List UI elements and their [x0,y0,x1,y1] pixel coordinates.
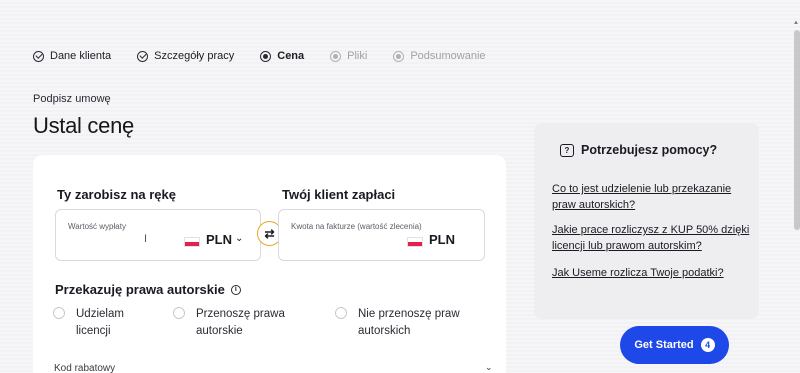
client-heading: Twój klient zapłaci [282,187,396,202]
scrollbar-thumb[interactable] [794,30,800,230]
get-started-button[interactable]: Get Started 4 [620,326,729,364]
step-summary: Podsumowanie [393,50,486,62]
rights-option-label: Nie przenoszę praw autorskich [358,308,460,337]
get-started-label: Get Started [634,339,694,351]
invoice-currency: PLN [429,232,455,247]
radio-dot-icon [330,50,342,62]
swap-arrows-icon: ⇄ [264,226,275,241]
help-link-taxes[interactable]: Jak Useme rozlicza Twoje podatki? [552,265,752,281]
page-title: Ustal cenę [33,113,134,138]
step-label: Cena [277,50,305,62]
help-link-kup[interactable]: Jakie prace rozliczysz z KUP 50% dzięki … [552,222,752,254]
payout-field-label: Wartość wypłaty [68,222,126,231]
payout-amount-field[interactable]: Wartość wypłaty I PLN ⌄ [55,209,261,261]
radio-dot-icon [393,50,405,62]
invoice-field-label: Kwota na fakturze (wartość zlecenia) [291,222,422,231]
help-bubble-icon: ? [560,143,574,157]
radio-circle-icon[interactable] [173,307,185,319]
invoice-amount-field[interactable]: Kwota na fakturze (wartość zlecenia) PLN [278,209,485,261]
help-link-copyright[interactable]: Co to jest udzielenie lub przekazanie pr… [552,181,752,213]
help-heading: ? Potrzebujesz pomocy? [560,143,717,157]
radio-circle-icon[interactable] [53,307,65,319]
step-label: Pliki [347,50,368,62]
step-label: Szczegóły pracy [154,50,235,62]
poland-flag-icon [407,237,423,247]
info-icon[interactable]: i [230,284,241,295]
step-client-data[interactable]: Dane klienta [33,50,111,62]
rights-option-label: Przenoszę prawa autorskie [196,308,285,337]
discount-code-toggle[interactable]: Kod rabatowy [54,363,115,373]
progress-stepper: Dane klienta Szczegóły pracy Cena Pliki … [33,50,512,62]
rights-option-transfer[interactable]: Przenoszę prawa autorskie [173,306,285,340]
rights-option-license[interactable]: Udzielam licencji [53,306,124,340]
text-cursor-icon: I [144,233,148,245]
rights-option-no-transfer[interactable]: Nie przenoszę praw autorskich [335,306,460,340]
rights-heading: Przekazuję prawa autorskie i [55,282,241,297]
rights-option-label: Udzielam licencji [76,308,124,337]
step-count-badge: 4 [700,338,715,352]
step-work-details[interactable]: Szczegóły pracy [137,50,234,62]
scroll-up-icon[interactable]: ▲ [793,20,799,26]
radio-circle-icon[interactable] [335,307,347,319]
check-circle-icon [137,50,149,62]
step-files: Pliki [330,50,367,62]
step-price[interactable]: Cena [260,50,304,62]
rights-heading-label: Przekazuję prawa autorskie [55,282,225,297]
check-circle-icon [33,50,44,62]
earn-heading: Ty zarobisz na rękę [57,187,176,202]
chevron-down-icon[interactable]: ⌄ [485,362,493,373]
help-heading-label: Potrzebujesz pomocy? [581,143,718,157]
page-subtitle: Podpisz umowę [33,93,111,105]
step-label: Podsumowanie [410,50,486,62]
chevron-down-icon[interactable]: ⌄ [235,233,243,244]
payout-currency-select[interactable]: PLN [206,232,232,247]
poland-flag-icon [184,237,200,247]
radio-dot-icon [260,50,272,62]
step-label: Dane klienta [50,50,112,62]
